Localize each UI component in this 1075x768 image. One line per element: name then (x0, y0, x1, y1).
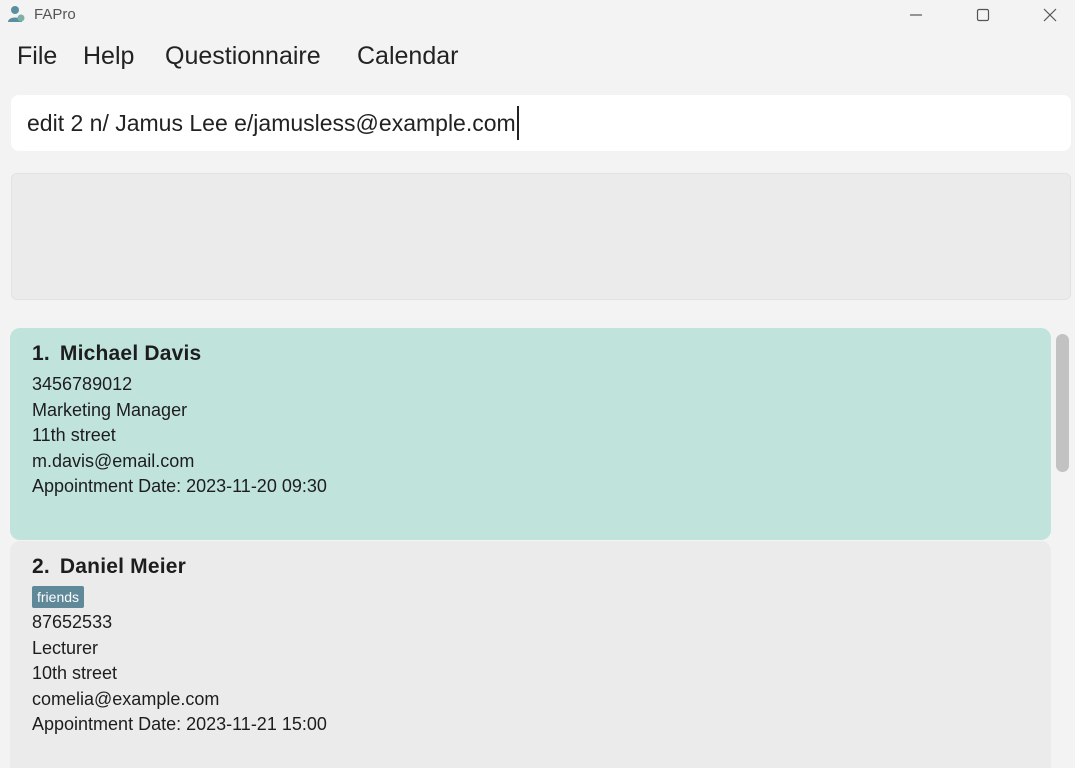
person-appointment: Appointment Date: 2023-11-21 15:00 (32, 714, 327, 734)
menu-bar: File Help Questionnaire Calendar (0, 38, 1075, 78)
person-occupation: Marketing Manager (32, 399, 188, 420)
person-address: 11th street (32, 425, 116, 445)
menu-help[interactable]: Help (83, 42, 134, 71)
person-address: 10th street (32, 663, 118, 683)
person-appointment: Appointment Date: 2023-11-20 09:30 (32, 476, 327, 496)
tag-badge: friends (32, 586, 85, 608)
person-email: m.davis@email.com (32, 450, 195, 471)
close-button[interactable] (1027, 2, 1073, 28)
minimize-icon (910, 14, 922, 16)
person-app-icon (6, 4, 26, 24)
close-icon (1043, 8, 1057, 22)
person-name-text: Daniel Meier (59, 555, 187, 578)
person-name: 1. Michael Davis (32, 342, 1051, 366)
text-caret (516, 106, 519, 140)
person-tags: friends (32, 585, 1051, 610)
app-window: FAPro File Help Questionnaire Calendar e… (0, 0, 1075, 768)
window-title: FAPro (34, 6, 76, 23)
title-bar: FAPro (0, 0, 1075, 30)
person-occupation: Lecturer (32, 637, 99, 658)
person-phone: 87652533 (32, 612, 113, 632)
menu-file[interactable]: File (17, 42, 57, 71)
person-phone: 3456789012 (32, 374, 133, 394)
menu-calendar[interactable]: Calendar (357, 42, 458, 71)
maximize-icon (976, 8, 990, 22)
maximize-button[interactable] (960, 2, 1006, 28)
command-input[interactable]: edit 2 n/ Jamus Lee e/jamusless@example.… (11, 95, 1071, 151)
person-index: 1. (32, 342, 50, 365)
scrollbar-thumb[interactable] (1056, 334, 1069, 472)
menu-questionnaire[interactable]: Questionnaire (165, 42, 321, 71)
command-input-text: edit 2 n/ Jamus Lee e/jamusless@example.… (27, 109, 516, 136)
person-card[interactable]: 2. Daniel Meier friends 87652533 Lecturer… (10, 541, 1051, 768)
minimize-button[interactable] (893, 2, 939, 28)
person-card[interactable]: 1. Michael Davis 3456789012 Marketing Man… (10, 328, 1051, 540)
person-name: 2. Daniel Meier (32, 555, 1051, 579)
result-display (11, 173, 1071, 300)
person-email: comelia@example.com (32, 688, 220, 709)
person-index: 2. (32, 555, 50, 578)
person-list[interactable]: 1. Michael Davis 3456789012 Marketing Man… (10, 328, 1051, 768)
person-name-text: Michael Davis (59, 342, 202, 365)
